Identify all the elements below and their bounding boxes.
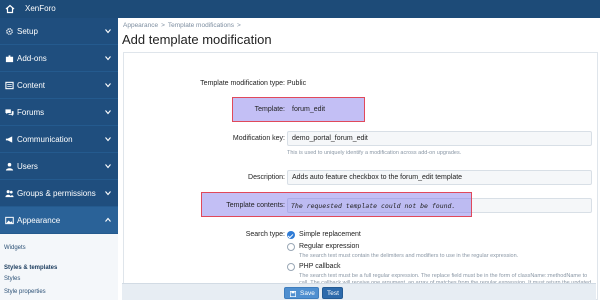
- regex-hint: The search text must contain the delimit…: [299, 253, 519, 259]
- submenu-item-styles-templates[interactable]: Styles & templates: [4, 265, 57, 271]
- sidebar-item-label: Content: [17, 81, 46, 90]
- sidebar-item-appearance[interactable]: Appearance: [0, 207, 118, 234]
- sidebar-item-groups-permissions[interactable]: Groups & permissions: [0, 180, 118, 207]
- chevron-down-icon: [105, 110, 111, 115]
- home-icon[interactable]: [5, 4, 15, 14]
- chat-bubbles-icon: [5, 109, 14, 117]
- image-icon: [5, 216, 14, 225]
- sidebar-item-content[interactable]: Content: [0, 72, 118, 99]
- modification-key-hint: This is used to uniquely identify a modi…: [287, 150, 462, 156]
- template-value: forum_edit: [292, 106, 326, 113]
- sidebar-submenu-appearance: Widgets Styles & templates Styles Style …: [0, 234, 118, 300]
- page-title: Add template modification: [122, 32, 272, 47]
- modification-key-label: Modification key:: [232, 135, 285, 142]
- top-bar: XenForo: [0, 0, 600, 18]
- chevron-down-icon: [105, 83, 111, 88]
- gear-icon: [6, 28, 13, 35]
- sidebar-item-setup[interactable]: Setup: [0, 18, 118, 45]
- radio-regular-expression[interactable]: [287, 243, 295, 251]
- sidebar-item-label: Users: [17, 162, 38, 171]
- radio-simple-replacement[interactable]: [287, 231, 295, 239]
- breadcrumb-item[interactable]: Template modifications: [168, 22, 234, 29]
- type-label: Template modification type:: [200, 80, 285, 87]
- chevron-down-icon: [105, 191, 111, 196]
- sidebar-item-label: Communication: [17, 135, 73, 144]
- chevron-up-icon: [105, 217, 111, 222]
- chevron-down-icon: [105, 29, 111, 34]
- search-type-label: Search type:: [245, 231, 285, 238]
- form-actions-bar: Save Test: [122, 283, 596, 300]
- test-button[interactable]: Test: [322, 287, 343, 299]
- template-label: Template:: [254, 106, 285, 113]
- type-value: Public: [287, 80, 307, 87]
- users-group-icon: [5, 190, 14, 198]
- save-button-label: Save: [300, 290, 315, 297]
- description-label: Description:: [248, 174, 285, 181]
- submenu-item-widgets[interactable]: Widgets: [4, 245, 26, 251]
- sidebar-item-forums[interactable]: Forums: [0, 99, 118, 126]
- modification-key-value: demo_portal_forum_edit: [292, 135, 368, 142]
- breadcrumb-item[interactable]: Appearance: [123, 22, 158, 29]
- chevron-down-icon: [105, 164, 111, 169]
- submenu-item-style-properties[interactable]: Style properties: [4, 289, 46, 295]
- radio-label: PHP callback: [299, 263, 341, 270]
- sidebar-item-add-ons[interactable]: Add-ons: [0, 45, 118, 72]
- template-field[interactable]: forum_edit: [287, 102, 592, 117]
- brand-link[interactable]: XenForo: [25, 4, 56, 13]
- content-icon: [5, 81, 14, 90]
- template-contents-label: Template contents:: [226, 202, 285, 209]
- sidebar-item-communication[interactable]: Communication: [0, 126, 118, 153]
- submenu-item-styles[interactable]: Styles: [4, 276, 20, 282]
- description-field[interactable]: Adds auto feature checkbox to the forum_…: [287, 170, 592, 185]
- radio-label: Regular expression: [299, 243, 360, 250]
- main-content: Appearance > Template modifications > Add t…: [118, 18, 600, 300]
- save-button[interactable]: Save: [284, 287, 319, 299]
- sidebar-item-label: Add-ons: [17, 54, 47, 63]
- puzzle-icon: [5, 55, 14, 63]
- sidebar: Setup Add-ons Content Forums Communicati…: [0, 18, 118, 300]
- sidebar-item-label: Appearance: [17, 216, 61, 225]
- megaphone-icon: [5, 136, 13, 143]
- chevron-down-icon: [105, 137, 111, 142]
- sidebar-item-users[interactable]: Users: [0, 153, 118, 180]
- modification-key-field[interactable]: demo_portal_forum_edit: [287, 131, 592, 146]
- user-icon: [5, 162, 14, 171]
- sidebar-item-label: Forums: [17, 108, 45, 117]
- sidebar-item-label: Groups & permissions: [17, 189, 96, 198]
- template-contents-value: The requested template could not be foun…: [291, 202, 456, 210]
- breadcrumb: Appearance > Template modifications >: [123, 22, 241, 29]
- radio-php-callback[interactable]: [287, 263, 295, 271]
- save-icon: [290, 290, 296, 297]
- test-button-label: Test: [327, 290, 339, 297]
- chevron-down-icon: [105, 56, 111, 61]
- description-value: Adds auto feature checkbox to the forum_…: [292, 174, 463, 181]
- radio-label: Simple replacement: [299, 231, 361, 238]
- sidebar-item-label: Setup: [17, 27, 38, 36]
- template-modification-form: Template modification type: Public Templ…: [123, 52, 598, 300]
